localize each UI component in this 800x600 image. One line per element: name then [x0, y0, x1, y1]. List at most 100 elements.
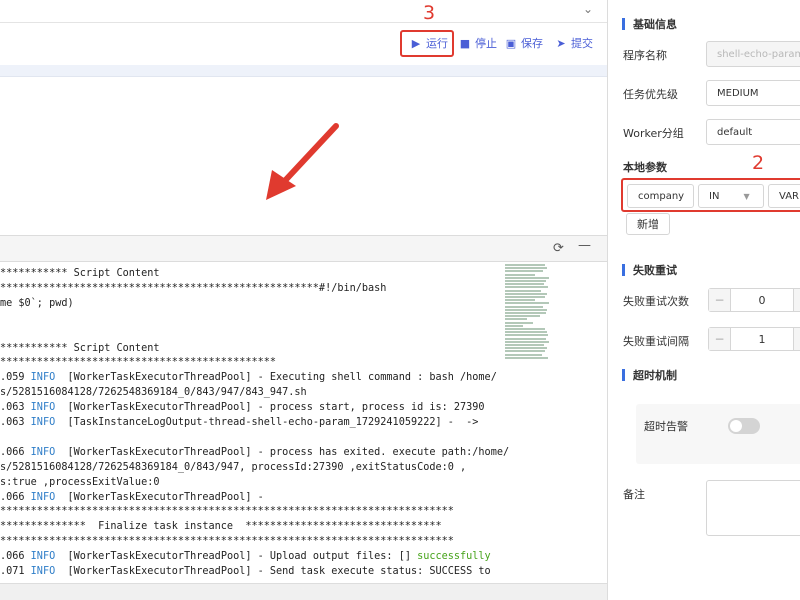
- toggle-knob: [730, 420, 742, 432]
- minimap-row: [505, 305, 543, 308]
- program-name-field: shell-echo-param: [706, 41, 800, 67]
- program-name-label: 程序名称: [623, 49, 667, 62]
- priority-select[interactable]: MEDIUM: [706, 80, 800, 106]
- log-level: INFO: [30, 551, 56, 563]
- stop-icon: ■: [459, 36, 471, 50]
- minimap-row: [505, 286, 548, 289]
- param-key-value: company: [638, 190, 685, 202]
- refresh-icon[interactable]: ⟳: [553, 241, 564, 256]
- basic-info-section: 基础信息: [622, 16, 677, 32]
- add-param-button[interactable]: 新增: [626, 213, 670, 235]
- save-label: 保存: [521, 37, 543, 50]
- retry-interval-stepper[interactable]: − 1 +: [708, 327, 800, 351]
- log-line: s:true ,processExitValue:0: [0, 476, 160, 488]
- collapse-bar: ⌄: [0, 0, 607, 22]
- log-line: .063 INFO [TaskInstanceLogOutput-thread-…: [0, 415, 478, 430]
- run-highlight-box: [400, 30, 454, 57]
- save-icon: ▣: [505, 36, 517, 50]
- minimap-row: [505, 350, 545, 353]
- save-button[interactable]: ▣ 保存: [505, 33, 543, 53]
- log-timestamp: .063: [0, 402, 31, 414]
- log-panel-header: ⟳ —: [0, 235, 607, 262]
- plus-icon[interactable]: +: [793, 328, 800, 350]
- minimap-row: [505, 264, 545, 266]
- log-timestamp: .066: [0, 491, 31, 503]
- retry-interval-value: 1: [758, 332, 766, 346]
- section-marker: [622, 18, 625, 30]
- minimap-row: [505, 315, 540, 318]
- log-level: INFO: [30, 566, 56, 577]
- minimap-row: [505, 276, 549, 279]
- section-marker: [622, 264, 625, 276]
- minimap-row: [505, 273, 535, 276]
- log-line: *********** Script Content: [0, 268, 160, 279]
- minimap-row: [505, 337, 546, 340]
- chevron-down-icon: ▼: [743, 191, 750, 201]
- log-line: .066 INFO [WorkerTaskExecutorThreadPool]…: [0, 490, 264, 505]
- timeout-section: 超时机制: [622, 367, 677, 383]
- timeout-title: 超时机制: [633, 369, 677, 382]
- minimap-row: [505, 324, 523, 327]
- add-param-label: 新增: [637, 218, 659, 231]
- log-level: INFO: [30, 402, 56, 414]
- log-minimap[interactable]: [505, 264, 549, 364]
- log-line: .059 INFO [WorkerTaskExecutorThreadPool]…: [0, 370, 497, 385]
- minimap-row: [505, 344, 544, 346]
- param-key-input[interactable]: company: [627, 184, 694, 208]
- timeout-panel: [636, 404, 800, 464]
- retry-times-label: 失败重试次数: [623, 295, 689, 308]
- timeout-alert-label: 超时告警: [644, 420, 688, 433]
- log-line: ************** Finalize task instance **…: [0, 521, 442, 533]
- minimap-row: [505, 283, 544, 286]
- log-level: INFO: [30, 372, 56, 384]
- plus-icon[interactable]: +: [793, 289, 800, 311]
- log-line: .063 INFO [WorkerTaskExecutorThreadPool]…: [0, 400, 485, 415]
- horizontal-scrollbar[interactable]: [0, 583, 607, 600]
- minimap-row: [505, 340, 549, 343]
- retry-interval-label: 失败重试间隔: [623, 335, 689, 348]
- log-line: me $0`; pwd): [0, 297, 74, 309]
- log-line: *********** Script Content: [0, 342, 160, 354]
- log-timestamp: .066: [0, 551, 31, 563]
- remark-textarea[interactable]: [706, 480, 800, 536]
- log-level: INFO: [30, 446, 56, 458]
- log-timestamp: .066: [0, 446, 31, 458]
- log-message: [WorkerTaskExecutorThreadPool] - process…: [55, 402, 485, 414]
- minimap-row: [505, 296, 545, 298]
- minimap-row: [505, 280, 546, 282]
- step-2-annotation: 2: [752, 152, 765, 174]
- minimap-row: [505, 356, 548, 359]
- minus-icon[interactable]: −: [709, 289, 731, 311]
- remark-label: 备注: [623, 488, 645, 501]
- param-direction-select[interactable]: IN ▼: [698, 184, 764, 208]
- priority-value: MEDIUM: [717, 87, 759, 99]
- log-line: ****************************************…: [0, 357, 277, 369]
- minus-icon[interactable]: −: [709, 328, 731, 350]
- minimize-icon[interactable]: —: [578, 238, 591, 253]
- log-line: s/5281516084128/7262548369184_0/843/947/…: [0, 387, 307, 399]
- minimap-row: [505, 302, 549, 305]
- log-message: [WorkerTaskExecutorThreadPool] - process…: [55, 446, 510, 458]
- local-params-label: 本地参数: [623, 161, 667, 174]
- submit-button[interactable]: ➤ 提交: [555, 33, 593, 53]
- chevron-double-down-icon[interactable]: ⌄: [583, 2, 593, 16]
- stop-button[interactable]: ■ 停止: [459, 33, 497, 53]
- param-type-select[interactable]: VAR: [768, 184, 800, 208]
- worker-group-select[interactable]: default: [706, 119, 800, 145]
- timeout-alert-toggle[interactable]: [728, 418, 760, 434]
- program-name-value: shell-echo-param: [717, 48, 800, 60]
- retry-times-stepper[interactable]: − 0 +: [708, 288, 800, 312]
- minimap-row: [505, 321, 533, 324]
- retry-section: 失败重试: [622, 262, 677, 278]
- minimap-row: [505, 308, 547, 311]
- log-message: [WorkerTaskExecutorThreadPool] -: [55, 491, 264, 503]
- stop-label: 停止: [475, 37, 497, 50]
- minimap-row: [505, 331, 547, 334]
- task-properties-pane: 基础信息 程序名称 shell-echo-param 任务优先级 MEDIUM …: [608, 0, 800, 600]
- minimap-row: [505, 270, 543, 273]
- retry-title: 失败重试: [633, 264, 677, 277]
- pointer-arrow-icon: [266, 123, 339, 200]
- minimap-row: [505, 318, 527, 321]
- section-marker: [622, 369, 625, 381]
- minimap-row: [505, 328, 545, 330]
